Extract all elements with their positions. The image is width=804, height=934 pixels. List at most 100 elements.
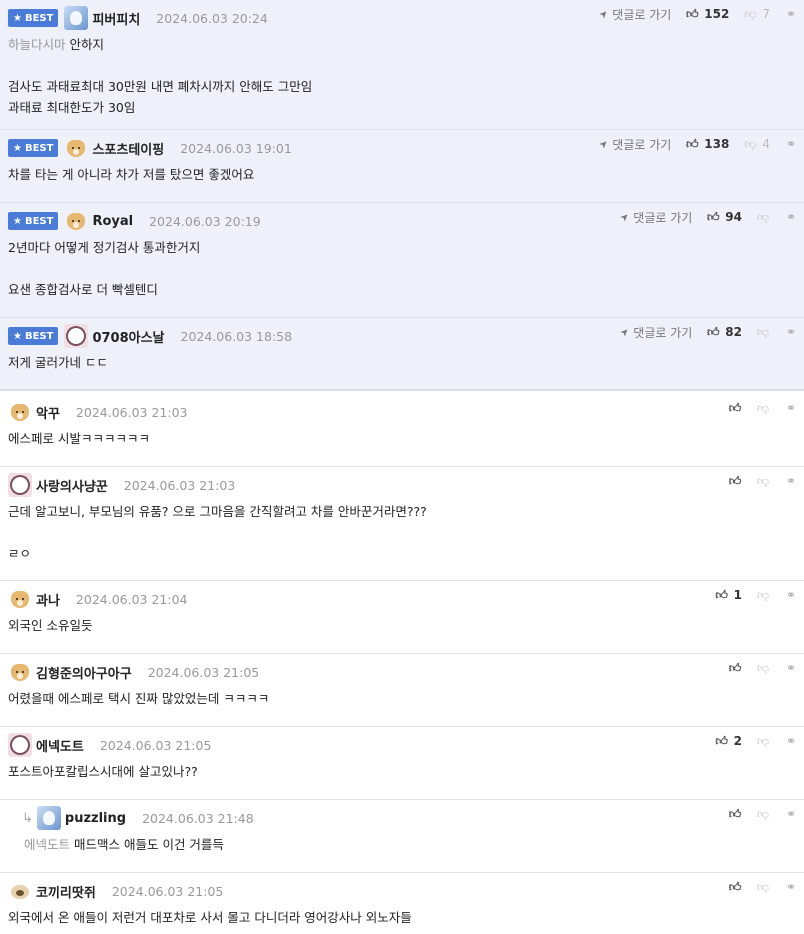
like-button[interactable]: 👍︎ 1 bbox=[715, 588, 742, 603]
dislike-button[interactable]: 👎︎ bbox=[756, 588, 770, 603]
avatar[interactable] bbox=[64, 136, 88, 160]
like-button[interactable]: 👍︎ 152 bbox=[685, 7, 729, 22]
avatar[interactable] bbox=[8, 879, 32, 903]
like-button[interactable]: 👍︎ 82 bbox=[706, 325, 742, 340]
comment-actions: ➤ 댓글로 가기 👍︎ 82 👎︎ ⚭ bbox=[618, 324, 798, 341]
link-icon[interactable]: ⚭ bbox=[784, 880, 798, 894]
link-icon[interactable]: ⚭ bbox=[784, 588, 798, 602]
comment-header: 과나 2024.06.03 21:04 bbox=[8, 587, 188, 611]
avatar[interactable] bbox=[8, 400, 32, 424]
like-button[interactable]: 👍︎ bbox=[728, 661, 742, 676]
comment-line: 에스페로 시발ㅋㅋㅋㅋㅋㅋ bbox=[8, 431, 150, 446]
thumbs-up-icon: 👍︎ bbox=[707, 209, 720, 224]
reply-arrow-icon: ↳ bbox=[22, 810, 33, 826]
avatar[interactable] bbox=[36, 806, 61, 830]
comment-body: 저게 굴러가네 ㄷㄷ bbox=[8, 352, 108, 373]
comment-line: 외국인 소유일듯 bbox=[8, 618, 93, 633]
send-arrow-icon: ➤ bbox=[597, 137, 611, 151]
dislike-button[interactable]: 👎︎ 7 bbox=[743, 7, 770, 22]
like-button[interactable]: 👍︎ 2 bbox=[715, 734, 742, 749]
link-icon[interactable]: ⚭ bbox=[784, 7, 798, 21]
author-nickname[interactable]: puzzling bbox=[65, 811, 126, 826]
avatar[interactable] bbox=[64, 324, 89, 348]
best-badge: ★ BEST bbox=[8, 9, 59, 27]
dislike-button[interactable]: 👎︎ bbox=[756, 661, 770, 676]
like-button[interactable]: 👍︎ bbox=[728, 807, 742, 822]
comment: 코끼리땃쥐 2024.06.03 21:05 👍︎ 👎︎ ⚭ 외국에서 온 애들이 저런거… bbox=[0, 873, 804, 934]
goto-comment-link[interactable]: ➤ 댓글로 가기 bbox=[597, 136, 672, 153]
author-nickname[interactable]: 악꾸 bbox=[36, 403, 60, 422]
comment: 사랑의사냥꾼 2024.06.03 21:03 👍︎ 👎︎ ⚭ 근데 알고보니, 부모님의… bbox=[0, 467, 804, 581]
avatar[interactable] bbox=[8, 587, 32, 611]
comment-date: 2024.06.03 21:05 bbox=[111, 883, 224, 899]
comment-body: 근데 알고보니, 부모님의 유품? 으로 그마음을 간직할려고 차를 안바꾼거라… bbox=[8, 501, 427, 564]
like-button[interactable]: 👍︎ bbox=[728, 880, 742, 895]
star-icon: ★ bbox=[13, 330, 22, 342]
avatar[interactable] bbox=[8, 733, 32, 757]
like-button[interactable]: 👍︎ bbox=[728, 401, 742, 416]
thumbs-up-icon: 👍︎ bbox=[686, 136, 699, 151]
comment-line: 근데 알고보니, 부모님의 유품? 으로 그마음을 간직할려고 차를 안바꾼거라… bbox=[8, 504, 427, 519]
author-nickname[interactable]: 0708아스날 bbox=[92, 327, 164, 346]
comment-header: ★ BEST Royal 2024.06.03 20:19 bbox=[8, 209, 261, 233]
comment-date: 2024.06.03 20:19 bbox=[149, 213, 261, 229]
comment-line: 검사도 과태료최대 30만원 내면 폐차시까지 안해도 그만임 bbox=[8, 79, 313, 94]
dislike-button[interactable]: 👎︎ bbox=[756, 807, 770, 822]
avatar[interactable] bbox=[8, 473, 32, 497]
comment-header: 악꾸 2024.06.03 21:03 bbox=[8, 400, 188, 424]
author-nickname[interactable]: 김형준의아구아구 bbox=[36, 663, 132, 682]
thumbs-up-icon: 👍︎ bbox=[715, 587, 728, 602]
comment-line bbox=[8, 55, 312, 76]
link-icon[interactable]: ⚭ bbox=[784, 734, 798, 748]
link-icon[interactable]: ⚭ bbox=[784, 807, 798, 821]
like-count: 94 bbox=[725, 210, 742, 224]
author-nickname[interactable]: Royal bbox=[92, 214, 133, 229]
thumbs-down-icon: 👎︎ bbox=[756, 209, 770, 224]
best-label: BEST bbox=[24, 215, 54, 227]
dislike-button[interactable]: 👎︎ 4 bbox=[743, 137, 770, 152]
dislike-button[interactable]: 👎︎ bbox=[756, 880, 770, 895]
avatar[interactable] bbox=[64, 6, 89, 30]
comment-body: 외국인 소유일듯 bbox=[8, 615, 92, 636]
author-nickname[interactable]: 피버피치 bbox=[92, 9, 140, 28]
comment-actions: 👍︎ 👎︎ ⚭ bbox=[728, 400, 798, 416]
goto-comment-link[interactable]: ➤ 댓글로 가기 bbox=[618, 324, 692, 341]
author-nickname[interactable]: 에넥도트 bbox=[36, 736, 84, 755]
link-icon[interactable]: ⚭ bbox=[784, 210, 798, 224]
goto-comment-link[interactable]: ➤ 댓글로 가기 bbox=[597, 6, 671, 23]
comment-line: 에넥도트 매드맥스 애들도 이건 거를득 bbox=[24, 837, 224, 852]
link-icon[interactable]: ⚭ bbox=[784, 401, 798, 415]
dislike-button[interactable]: 👎︎ bbox=[756, 325, 770, 340]
author-nickname[interactable]: 스포츠테이핑 bbox=[92, 139, 164, 158]
author-nickname[interactable]: 과나 bbox=[36, 590, 60, 609]
author-nickname[interactable]: 코끼리땃쥐 bbox=[36, 882, 96, 901]
link-icon[interactable]: ⚭ bbox=[784, 325, 798, 339]
dislike-button[interactable]: 👎︎ bbox=[756, 401, 770, 416]
best-comment: ★ BEST 피버피치 2024.06.03 20:24 ➤ 댓글로 가기 👍︎ 152 👎︎ 7… bbox=[0, 0, 804, 130]
dislike-button[interactable]: 👎︎ bbox=[756, 734, 770, 749]
link-icon[interactable]: ⚭ bbox=[784, 474, 798, 488]
link-icon[interactable]: ⚭ bbox=[784, 137, 798, 151]
comment-actions: 👍︎ 👎︎ ⚭ bbox=[728, 806, 798, 822]
like-button[interactable]: 👍︎ 138 bbox=[685, 137, 729, 152]
link-icon[interactable]: ⚭ bbox=[784, 661, 798, 675]
avatar[interactable] bbox=[8, 660, 32, 684]
comment-body: 에스페로 시발ㅋㅋㅋㅋㅋㅋ bbox=[8, 428, 150, 449]
goto-label: 댓글로 가기 bbox=[612, 137, 672, 152]
dislike-button[interactable]: 👎︎ bbox=[756, 474, 770, 489]
like-button[interactable]: 👍︎ bbox=[728, 474, 742, 489]
comment-date: 2024.06.03 21:03 bbox=[75, 404, 188, 420]
goto-comment-link[interactable]: ➤ 댓글로 가기 bbox=[618, 209, 692, 226]
comment: 과나 2024.06.03 21:04 👍︎ 1 👎︎ ⚭ 외국인 소유일듯 bbox=[0, 581, 804, 654]
author-nickname[interactable]: 사랑의사냥꾼 bbox=[36, 476, 108, 495]
comment-actions: 👍︎ 1 👎︎ ⚭ bbox=[715, 587, 798, 603]
comment-header: 김형준의아구아구 2024.06.03 21:05 bbox=[8, 660, 259, 684]
dislike-button[interactable]: 👎︎ bbox=[756, 210, 770, 225]
avatar[interactable] bbox=[64, 209, 88, 233]
reply-target-nick[interactable]: 하늘다시마 bbox=[8, 37, 66, 52]
thumbs-up-icon: 👍︎ bbox=[728, 879, 742, 894]
like-count: 152 bbox=[704, 7, 730, 21]
reply-target-nick[interactable]: 에넥도트 bbox=[24, 837, 70, 852]
comment-header: ★ BEST 피버피치 2024.06.03 20:24 bbox=[8, 6, 268, 30]
like-button[interactable]: 👍︎ 94 bbox=[706, 210, 742, 225]
